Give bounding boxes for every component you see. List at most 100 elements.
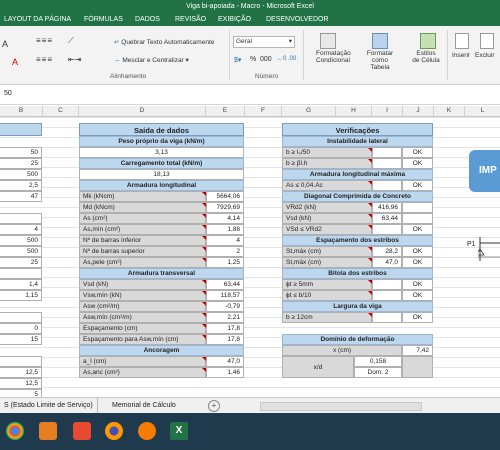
chrome-icon[interactable] — [6, 422, 24, 440]
excel-icon[interactable]: X — [170, 422, 188, 440]
column-header-f[interactable]: F — [245, 106, 282, 116]
saida-row-value[interactable]: 1,88 — [206, 224, 244, 235]
saida-row-value[interactable]: 17,8 — [206, 334, 244, 345]
saida-row-value[interactable]: 63,44 — [206, 279, 244, 290]
formula-bar[interactable]: 50 — [0, 86, 500, 105]
x-value[interactable]: 7,42 — [402, 345, 433, 356]
verif-row-value[interactable]: 416,96 — [372, 202, 402, 213]
left-input-cell[interactable]: 500 — [0, 235, 42, 246]
saida-row-value[interactable]: -0,79 — [206, 301, 244, 312]
column-header-g[interactable]: G — [282, 106, 336, 116]
column-header-h[interactable]: H — [336, 106, 372, 116]
verif-row-value[interactable] — [372, 224, 402, 235]
left-input-cell[interactable]: 1,4 — [0, 279, 42, 290]
media-player-icon[interactable] — [39, 422, 57, 440]
tab-page-layout[interactable]: LAYOUT DA PÁGINA — [4, 13, 71, 26]
tab-formulas[interactable]: FÓRMULAS — [84, 13, 123, 26]
number-format-select[interactable]: Geral ▾ — [233, 36, 295, 48]
left-input-cell[interactable]: 47 — [0, 191, 42, 202]
saida-row-value[interactable]: 2,21 — [206, 312, 244, 323]
saida-row-value[interactable]: 5664,06 — [206, 191, 244, 202]
format-table-button[interactable]: Formatar como Tabela — [362, 50, 398, 71]
left-input-cell[interactable]: 15 — [0, 334, 42, 345]
column-header-c[interactable]: C — [43, 106, 79, 116]
saida-row-value[interactable]: 47,0 — [206, 356, 244, 367]
peso-proprio-value[interactable]: 3,13 — [79, 147, 244, 158]
left-input-cell[interactable]: 4 — [0, 224, 42, 235]
left-input-cell[interactable]: 2,5 — [0, 180, 42, 191]
column-header-i[interactable]: I — [372, 106, 403, 116]
verif-row-status[interactable]: OK — [402, 180, 433, 191]
verif-row-value[interactable] — [372, 279, 402, 290]
sheet-tab-els[interactable]: S (Estado Limite de Serviço) — [0, 398, 98, 413]
left-input-cell[interactable]: 500 — [0, 246, 42, 257]
column-header-e[interactable]: E — [206, 106, 245, 116]
verif-row-value[interactable] — [372, 312, 402, 323]
verif-row-status[interactable]: OK — [402, 246, 433, 257]
saida-row-value[interactable]: 118,57 — [206, 290, 244, 301]
verif-row-status[interactable]: OK — [402, 290, 433, 301]
settings-gear-icon[interactable] — [138, 422, 156, 440]
tab-developer[interactable]: DESENVOLVEDOR — [266, 13, 329, 26]
left-input-cell[interactable] — [0, 213, 42, 224]
verif-row-status[interactable]: OK — [402, 224, 433, 235]
merge-center-button[interactable]: ⇔ Mesclar e Centralizar ▾ — [114, 56, 189, 64]
carregamento-value[interactable]: 18,13 — [79, 169, 244, 180]
firefox-icon[interactable] — [105, 422, 123, 440]
font-size-down-icon[interactable]: A — [2, 39, 8, 49]
xd-value[interactable]: 0,158 — [354, 356, 402, 367]
insert-button[interactable]: Inserir — [452, 52, 470, 59]
tab-data[interactable]: DADOS — [135, 13, 160, 26]
left-input-cell[interactable] — [0, 312, 42, 323]
saida-row-value[interactable]: 1,25 — [206, 257, 244, 268]
verif-row-value[interactable]: 63,44 — [372, 213, 402, 224]
percent-button[interactable]: % — [250, 56, 256, 63]
verif-row-status[interactable] — [402, 202, 433, 213]
left-input-cell[interactable]: 25 — [0, 158, 42, 169]
column-header-b[interactable]: B — [0, 106, 43, 116]
currency-icon[interactable]: $▾ — [234, 56, 241, 64]
verif-row-value[interactable] — [372, 147, 402, 158]
thousands-button[interactable]: 000 — [260, 56, 272, 63]
slideshow-icon[interactable] — [73, 422, 91, 440]
column-header-j[interactable]: J — [403, 106, 434, 116]
verif-row-value[interactable] — [372, 180, 402, 191]
font-color-icon[interactable]: A — [12, 57, 18, 67]
verif-row-status[interactable]: OK — [402, 158, 433, 169]
saida-row-value[interactable]: 4,14 — [206, 213, 244, 224]
left-input-cell[interactable]: 0 — [0, 323, 42, 334]
verif-row-status[interactable]: OK — [402, 147, 433, 158]
indent-icon[interactable]: ⇤⇥ — [68, 55, 81, 64]
verif-row-status[interactable] — [402, 213, 433, 224]
left-input-cell[interactable]: 500 — [0, 169, 42, 180]
align-top-icons[interactable]: ≡≡≡ — [36, 36, 53, 45]
saida-row-value[interactable]: 17,8 — [206, 323, 244, 334]
column-header-k[interactable]: K — [434, 106, 465, 116]
verif-row-status[interactable]: OK — [402, 312, 433, 323]
sheet-tab-memorial[interactable]: Memorial de Cálculo — [106, 398, 182, 413]
left-input-cell[interactable]: 25 — [0, 257, 42, 268]
saida-row-value[interactable]: 4 — [206, 235, 244, 246]
left-input-cell[interactable]: 12,5 — [0, 378, 42, 389]
formula-bar-value[interactable]: 50 — [4, 90, 12, 97]
saida-row-value[interactable]: 2 — [206, 246, 244, 257]
tab-view[interactable]: EXIBIÇÃO — [218, 13, 251, 26]
saida-row-value[interactable]: 7929,69 — [206, 202, 244, 213]
saida-row-value[interactable]: 1,46 — [206, 367, 244, 378]
decimal-icon[interactable]: ←0 .00 — [277, 56, 296, 62]
left-input-cell[interactable]: 1,15 — [0, 290, 42, 301]
column-header-l[interactable]: L — [465, 106, 500, 116]
worksheet-grid[interactable]: 50 25 500 2,5 47 4 500 500 25 1,4 1,15 0 15 12,5 12,5 5… — [0, 117, 500, 397]
verif-row-value[interactable] — [372, 290, 402, 301]
verif-row-status[interactable]: OK — [402, 257, 433, 268]
delete-button[interactable]: Excluir — [475, 52, 495, 59]
align-left-icons[interactable]: ≡≡≡ — [36, 55, 53, 64]
verif-row-value[interactable] — [372, 158, 402, 169]
wrap-text-button[interactable]: ↵ Quebrar Texto Automaticamente — [114, 38, 214, 46]
left-input-cell[interactable]: 5 — [0, 389, 42, 397]
verif-row-value[interactable]: 28,2 — [372, 246, 402, 257]
left-input-cell[interactable] — [0, 356, 42, 367]
cell-styles-button[interactable]: Estilos de Célula — [412, 50, 440, 64]
conditional-format-button[interactable]: Formatação Condicional — [316, 50, 351, 64]
horizontal-scrollbar[interactable] — [260, 402, 422, 411]
